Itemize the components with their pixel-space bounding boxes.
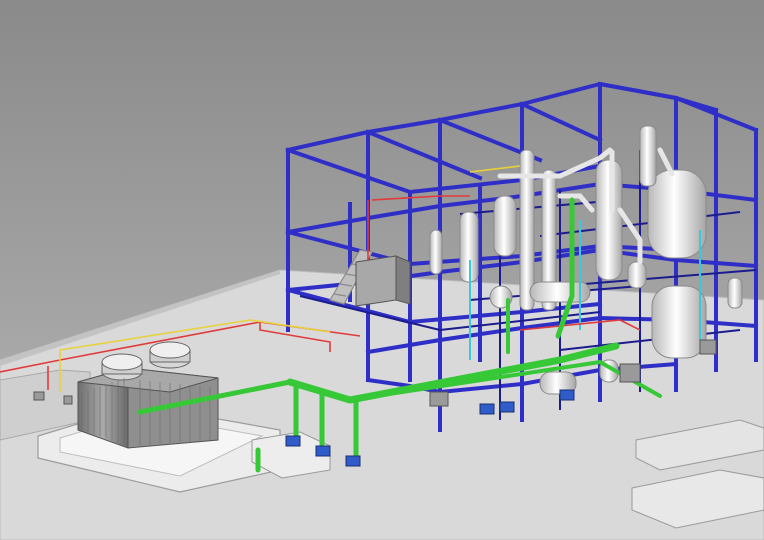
pump-6[interactable] — [559, 389, 575, 401]
vessel-tower-e[interactable] — [595, 159, 623, 281]
vessel-tall-b[interactable] — [493, 195, 517, 257]
pump-4[interactable] — [479, 403, 495, 415]
plant-scene-canvas — [0, 0, 764, 540]
vessel-small-left[interactable] — [429, 229, 443, 275]
pump-1[interactable] — [285, 435, 301, 447]
vessel-large-g[interactable] — [651, 285, 707, 359]
pump-3[interactable] — [345, 455, 361, 467]
vessel-small-j[interactable] — [727, 277, 743, 309]
vessel-stack-h[interactable] — [639, 125, 657, 187]
process-equipment-block-side — [395, 255, 411, 305]
vessel-large-f[interactable] — [647, 169, 707, 259]
process-equipment-block[interactable] — [355, 255, 397, 307]
cooling-tower-fan-top-right — [149, 341, 191, 359]
pump-5[interactable] — [499, 401, 515, 413]
cooling-tower-fan-top-left — [101, 353, 143, 371]
pump-2[interactable] — [315, 445, 331, 457]
vessel-small-i[interactable] — [627, 261, 647, 289]
plant-3d-model-view[interactable] — [0, 0, 764, 540]
